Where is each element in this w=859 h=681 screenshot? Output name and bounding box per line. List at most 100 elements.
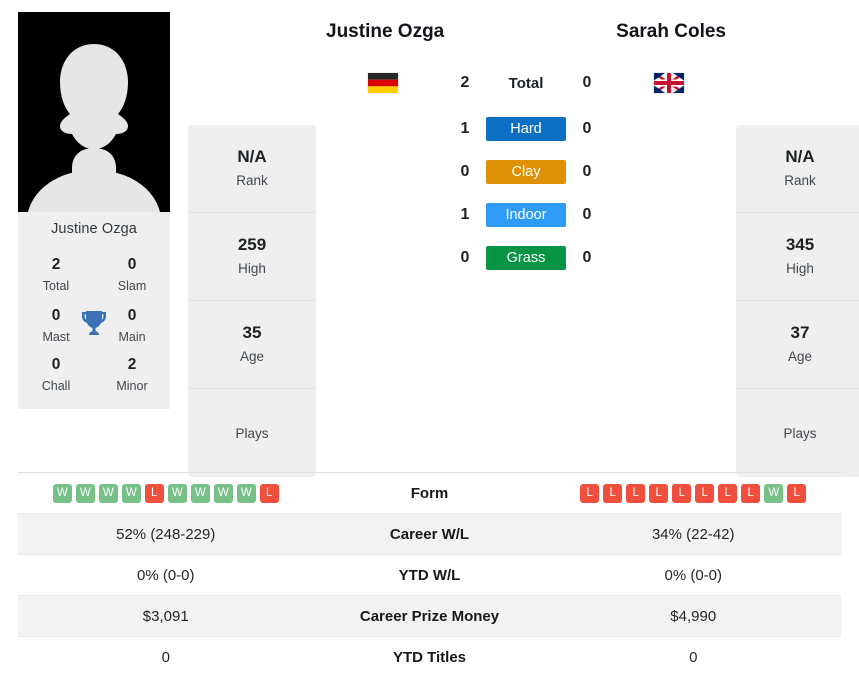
left-flag-wrap [322,73,444,93]
left-trophy-total: 2 Total [30,253,82,296]
surface-badge-indoor: Indoor [486,203,566,227]
left-clay-wins: 0 [460,163,470,180]
right-indoor-wins: 0 [582,206,592,223]
surface-badge-grass: Grass [486,246,566,270]
form-badge-win: W [121,483,141,503]
left-total-score: 2 [460,74,470,91]
right-ytd-wl-value: 0% (0-0) [664,566,723,584]
right-card-high-value: 345 [785,235,815,255]
left-card-high-label: High [238,261,266,277]
right-card-age-label: Age [787,349,813,365]
right-total-score: 0 [582,74,592,91]
left-career-wl-value: 52% (248-229) [116,525,216,543]
trophy-icon [82,311,106,336]
left-card-plays: Plays [188,389,316,477]
right-career-wl-value: 34% (22-42) [651,525,735,543]
player-names-row: Justine Ozga Sarah Coles [322,12,730,52]
left-trophy-total-value: 2 [51,256,61,273]
right-career-prize-money-value: $4,990 [670,607,717,625]
left-trophy-total-label: Total [42,279,70,294]
left-player-column: Justine Ozga 2 Total 0 Slam 0 Mast 0 Mai… [18,12,170,410]
surface-row-clay: 0 Clay 0 [444,160,608,184]
left-trophy-mast: 0 Mast [30,304,82,347]
surface-badge-hard: Hard [486,117,566,141]
ytd-titles-label: YTD Titles [392,649,467,666]
left-trophy-main-label: Main [118,329,146,344]
form-badge-win: W [213,483,233,503]
left-trophy-minor-value: 2 [127,355,137,373]
left-trophy-minor-label: Minor [116,378,148,393]
surface-row-indoor: 1 Indoor 0 [444,203,608,227]
table-row-career-wl: 52% (248-229) Career W/L 34% (22-42) [18,514,841,555]
form-row-label: Form [410,484,449,502]
career-wl-label: Career W/L [389,525,470,543]
table-row-career-prize-money: $3,091 Career Prize Money $4,990 [18,596,841,637]
flag-united-kingdom-icon [654,73,684,93]
player-silhouette-icon [28,44,160,212]
left-card-age-value: 35 [242,323,262,343]
surface-badge-clay: Clay [486,160,566,184]
form-badge-loss: L [649,483,669,503]
form-badge-win: W [75,483,95,503]
right-card-high-label: High [786,261,814,277]
form-badge-loss: L [695,483,715,503]
right-card-plays-label: Plays [783,426,817,442]
left-trophy-row-mast-main: 0 Mast 0 Main [28,298,160,349]
table-row-ytd-wl: 0% (0-0) YTD W/L 0% (0-0) [18,555,841,596]
right-card-plays: Plays [736,389,859,477]
left-player-photo [18,12,170,212]
right-clay-wins: 0 [582,163,592,180]
left-hard-wins: 1 [460,120,470,137]
left-trophy-main-value: 0 [127,306,137,324]
table-row-ytd-titles: 0 YTD Titles 0 [18,637,841,678]
left-player-name: Justine Ozga [326,21,445,42]
left-grass-wins: 0 [460,249,470,266]
left-trophy-row-total: 2 Total 0 Slam [28,249,160,298]
right-card-high: 345 High [736,213,859,301]
left-card-rank: N/A Rank [188,125,316,213]
form-badge-loss: L [580,483,600,503]
right-player-name: Sarah Coles [616,21,726,42]
form-badge-loss: L [259,483,279,503]
left-card-high-value: 259 [237,235,267,255]
form-badge-win: W [167,483,187,503]
left-career-prize-money-value: $3,091 [142,607,189,625]
ytd-wl-label: YTD W/L [398,566,461,584]
right-ytd-titles-value: 0 [689,649,698,666]
right-grass-wins: 0 [582,249,592,266]
left-trophy-main: 0 Main [106,304,158,347]
form-badge-loss: L [718,483,738,503]
left-card-rank-value: N/A [237,147,267,167]
right-form-badges: LLLLLLLLWL [546,483,842,503]
left-form-badges: WWWWLWWWWL [18,483,314,503]
left-trophy-mast-label: Mast [42,329,70,344]
left-indoor-wins: 1 [460,206,470,223]
left-ytd-wl-value: 0% (0-0) [136,566,195,584]
right-card-age-value: 37 [790,323,810,343]
left-trophy-chall-label: Chall [41,378,71,393]
total-label: Total [508,74,544,92]
right-form-cell: LLLLLLLLWL [546,483,842,503]
left-card-rank-label: Rank [236,173,268,189]
flag-germany-icon [368,73,398,93]
left-trophy-minor: 2 Minor [106,353,158,396]
form-badge-win: W [236,483,256,503]
left-trophy-slam-value: 0 [127,256,137,273]
form-badge-loss: L [626,483,646,503]
total-score-block: 2 Total 0 [444,74,608,92]
center-comparison-column: Justine Ozga Sarah Coles 2 Total 0 1 Har… [316,12,736,289]
career-prize-money-label: Career Prize Money [359,607,500,625]
left-trophy-row-chall-minor: 0 Chall 2 Minor [28,349,160,398]
left-trophy-mast-value: 0 [51,306,61,324]
left-card-high: 259 High [188,213,316,301]
left-card-age: 35 Age [188,301,316,389]
left-card-age-label: Age [239,349,265,365]
surface-row-grass: 0 Grass 0 [444,246,608,270]
right-hard-wins: 0 [582,120,592,137]
flags-and-total-row: 2 Total 0 [322,69,730,97]
player-comparison-page: Justine Ozga 2 Total 0 Slam 0 Mast 0 Mai… [0,0,859,681]
form-badge-loss: L [603,483,623,503]
left-trophy-chall-value: 0 [51,355,61,373]
right-player-stat-cards: N/A Rank 345 High 37 Age Plays [736,125,859,477]
form-badge-win: W [190,483,210,503]
